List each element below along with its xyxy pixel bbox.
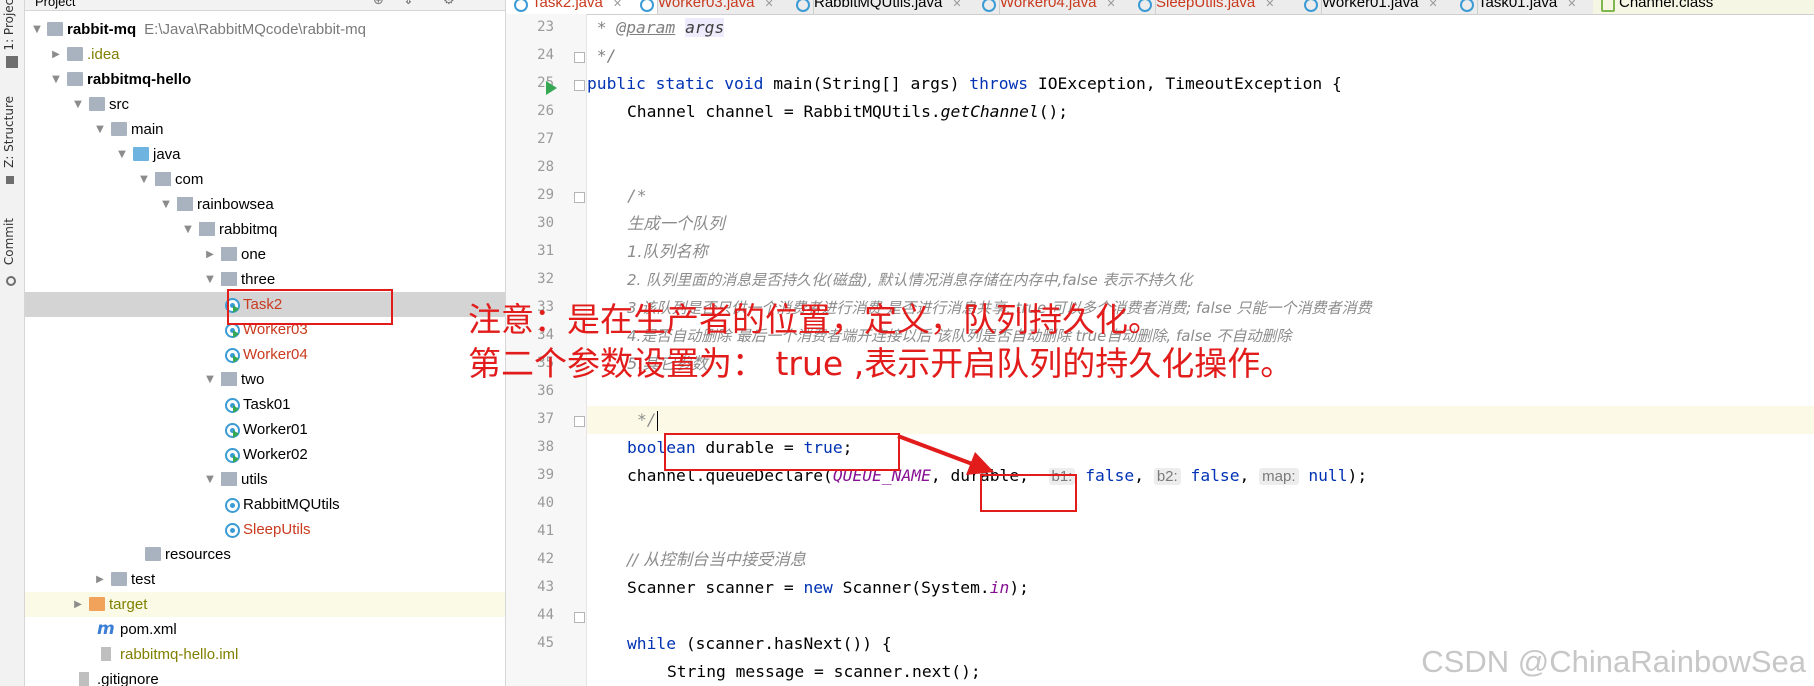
watermark: CSDN @ChinaRainbowSea — [1421, 644, 1806, 679]
annotation-note-line2: 第二个参数设置为： true ,表示开启队列的持久化操作。 — [468, 344, 1294, 383]
annotation-note-line1: 注意：是在生产者的位置，定义，队列持久化。 — [468, 300, 1161, 339]
